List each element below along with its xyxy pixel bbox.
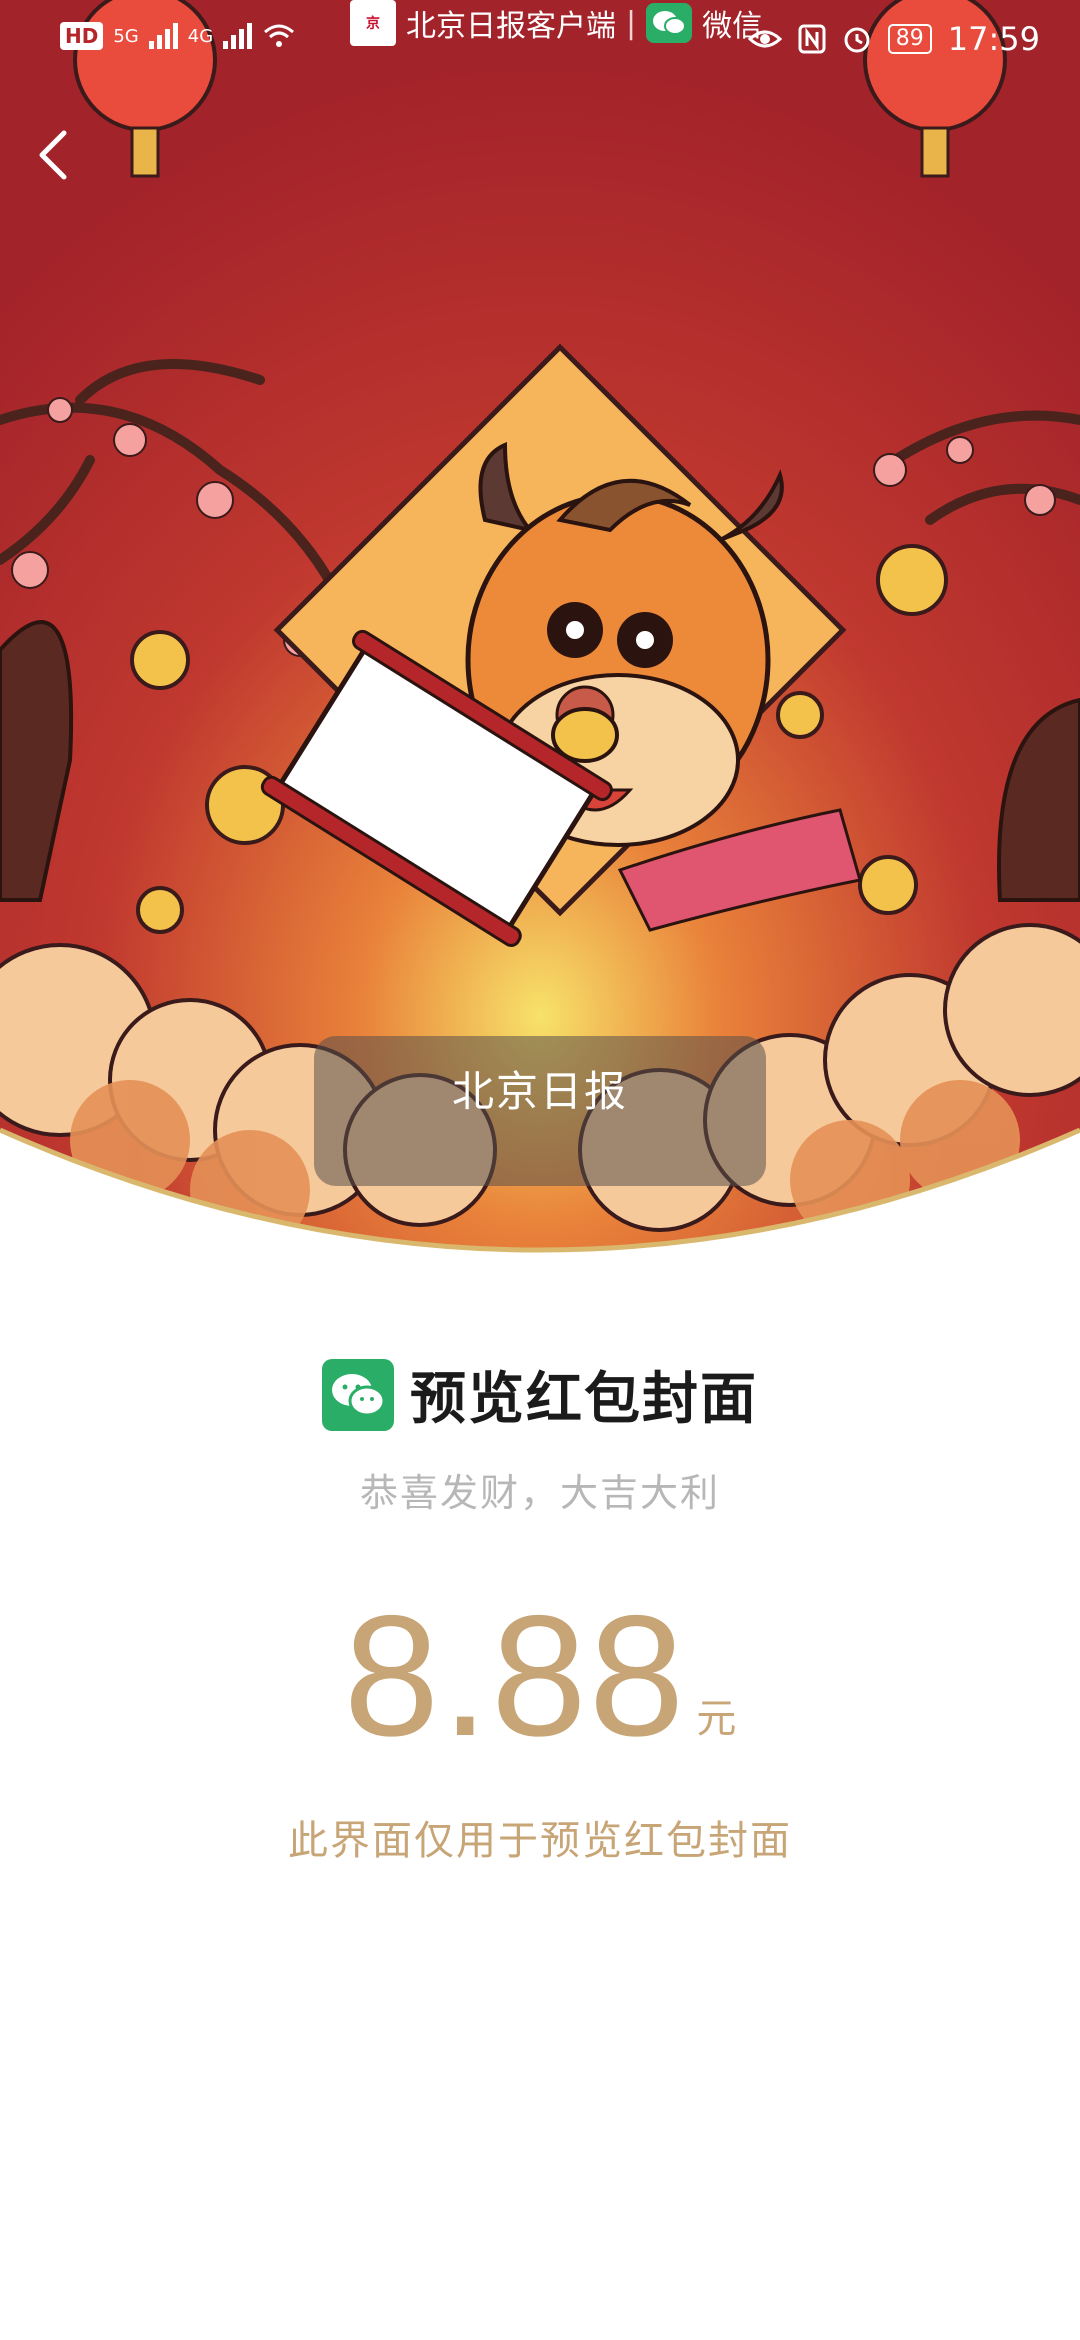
network-5g: 5G bbox=[113, 25, 139, 47]
red-envelope-cover: 北京日报 bbox=[0, 0, 1080, 1270]
amount-row: 8.88 元 bbox=[0, 1590, 1080, 1762]
page-title: 预览红包封面 bbox=[410, 1367, 758, 1432]
status-left: HD 5G 4G bbox=[60, 22, 296, 50]
signal-icon bbox=[148, 23, 178, 49]
back-arrow-icon[interactable] bbox=[34, 125, 74, 185]
network-4g: 4G bbox=[187, 25, 214, 47]
preview-note: 此界面仅用于预览红包封面 bbox=[288, 1818, 792, 1864]
sender-pill[interactable]: 北京日报 bbox=[314, 1036, 766, 1186]
notification-app-name: 北京日报客户端 bbox=[406, 9, 616, 44]
separator: | bbox=[626, 5, 637, 41]
status-right: 89 17:59 bbox=[747, 20, 1040, 58]
clock: 17:59 bbox=[947, 20, 1040, 58]
nfc-icon bbox=[798, 24, 826, 54]
notification-apps: 京 北京日报客户端 | 微信 bbox=[350, 0, 762, 46]
blessing-text: 恭喜发财，大吉大利 bbox=[359, 1471, 720, 1515]
amount-unit: 元 bbox=[696, 1696, 737, 1742]
hd-badge: HD bbox=[60, 22, 104, 50]
amount-value: 8.88 bbox=[343, 1580, 687, 1772]
bjrb-app-logo-icon: 京 bbox=[350, 0, 396, 46]
eye-icon bbox=[747, 30, 782, 48]
alarm-icon bbox=[844, 27, 870, 53]
wifi-icon bbox=[264, 24, 295, 47]
wechat-icon bbox=[322, 1358, 394, 1431]
status-bar: HD 5G 4G 京 北京日报客户端 | 微信 89 17:59 bbox=[0, 0, 1080, 80]
wechat-icon bbox=[646, 3, 693, 43]
preview-title-row: 预览红包封面 bbox=[0, 1354, 1080, 1435]
battery-level: 89 bbox=[887, 24, 932, 54]
chevron-down-icon[interactable] bbox=[314, 1036, 1080, 1270]
signal-icon bbox=[223, 23, 253, 49]
back-button[interactable] bbox=[24, 120, 84, 190]
